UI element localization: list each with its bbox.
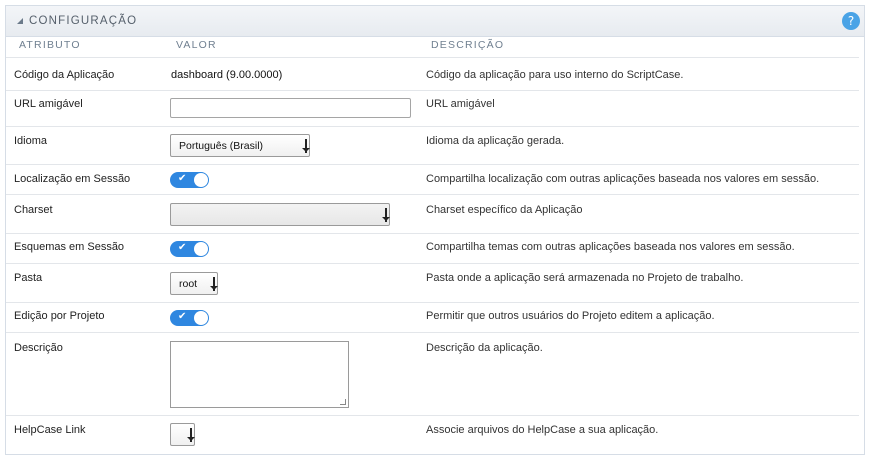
session-locale-toggle[interactable]: ✔ bbox=[170, 172, 209, 188]
column-header-value: VALOR bbox=[176, 39, 217, 51]
language-select-value: Português (Brasil) bbox=[179, 140, 264, 152]
check-icon: ✔ bbox=[178, 311, 187, 322]
column-header-description: DESCRIÇÃO bbox=[431, 39, 505, 51]
table-row-language: Idioma Português (Brasil) Idioma da apli… bbox=[6, 127, 859, 165]
column-header-attribute: ATRIBUTO bbox=[19, 39, 81, 51]
chevron-down-icon bbox=[210, 277, 218, 291]
row-label: Pasta bbox=[14, 272, 43, 284]
table-row-app-code: Código da Aplicação dashboard (9.00.0000… bbox=[6, 58, 859, 91]
table-row-session-schemes: Esquemas em Sessão ✔ Compartilha temas c… bbox=[6, 234, 859, 264]
row-description: Compartilha temas com outras aplicações … bbox=[426, 241, 795, 253]
row-label: Edição por Projeto bbox=[14, 310, 105, 322]
table-row-folder: Pasta root Pasta onde a aplicação será a… bbox=[6, 264, 859, 303]
row-label: Idioma bbox=[14, 135, 48, 147]
row-description: Idioma da aplicação gerada. bbox=[426, 135, 565, 147]
toggle-knob bbox=[194, 173, 208, 187]
description-textarea[interactable] bbox=[170, 341, 349, 408]
chevron-down-icon bbox=[382, 208, 390, 222]
table-row-friendly-url: URL amigável URL amigável bbox=[6, 91, 859, 127]
friendly-url-input[interactable] bbox=[170, 98, 411, 118]
toggle-knob bbox=[194, 311, 208, 325]
row-description: Descrição da aplicação. bbox=[426, 342, 543, 354]
chevron-down-icon bbox=[302, 139, 310, 153]
charset-select[interactable] bbox=[170, 203, 390, 226]
help-icon[interactable]: ? bbox=[842, 12, 860, 30]
language-select[interactable]: Português (Brasil) bbox=[170, 134, 310, 157]
check-icon: ✔ bbox=[178, 242, 187, 253]
folder-select-value: root bbox=[179, 278, 198, 290]
row-label: Charset bbox=[14, 204, 53, 216]
table-row-session-locale: Localização em Sessão ✔ Compartilha loca… bbox=[6, 165, 859, 195]
row-label: Localização em Sessão bbox=[14, 173, 131, 185]
resize-grip-icon[interactable] bbox=[340, 399, 346, 405]
folder-select[interactable]: root bbox=[170, 272, 218, 295]
table-row-project-edit: Edição por Projeto ✔ Permitir que outros… bbox=[6, 303, 859, 333]
row-label: Descrição bbox=[14, 342, 63, 354]
row-description: Charset específico da Aplicação bbox=[426, 204, 583, 216]
collapse-arrow-icon[interactable] bbox=[17, 18, 23, 24]
row-description: Código da aplicação para uso interno do … bbox=[426, 69, 684, 81]
panel-header[interactable]: CONFIGURAÇÃO ? bbox=[6, 6, 864, 37]
row-description: Associe arquivos do HelpCase a sua aplic… bbox=[426, 424, 659, 436]
table-row-helpcase-link: HelpCase Link Associe arquivos do HelpCa… bbox=[6, 416, 859, 450]
check-icon: ✔ bbox=[178, 173, 187, 184]
project-edit-toggle[interactable]: ✔ bbox=[170, 310, 209, 326]
row-label: URL amigável bbox=[14, 98, 83, 110]
row-description: Pasta onde a aplicação será armazenada n… bbox=[426, 272, 744, 284]
session-schemes-toggle[interactable]: ✔ bbox=[170, 241, 209, 257]
toggle-knob bbox=[194, 242, 208, 256]
row-description: URL amigável bbox=[426, 98, 495, 110]
row-label: Esquemas em Sessão bbox=[14, 241, 125, 253]
table-row-charset: Charset Charset específico da Aplicação bbox=[6, 195, 859, 234]
row-description: Compartilha localização com outras aplic… bbox=[426, 173, 820, 185]
app-code-value: dashboard (9.00.0000) bbox=[171, 69, 283, 81]
chevron-down-icon bbox=[187, 428, 195, 442]
row-label: HelpCase Link bbox=[14, 424, 86, 436]
panel-title: CONFIGURAÇÃO bbox=[29, 15, 138, 27]
row-label: Código da Aplicação bbox=[14, 69, 115, 81]
table-row-description: Descrição Descrição da aplicação. bbox=[6, 333, 859, 416]
row-description: Permitir que outros usuários do Projeto … bbox=[426, 310, 715, 322]
helpcase-select[interactable] bbox=[170, 423, 195, 446]
